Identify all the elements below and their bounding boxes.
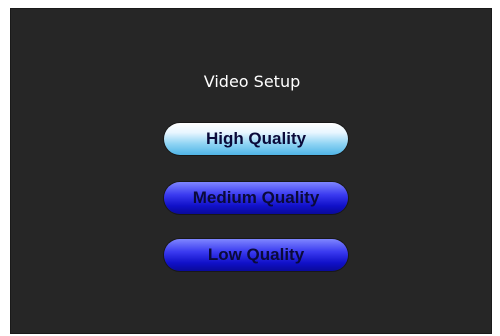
page-frame: Video Setup High Quality Medium Quality … [0, 0, 500, 336]
medium-quality-label: Medium Quality [192, 188, 320, 207]
low-quality-button[interactable]: Low Quality [164, 239, 348, 271]
menu-title: Video Setup [203, 72, 301, 91]
video-setup-screen: Video Setup High Quality Medium Quality … [10, 8, 492, 334]
medium-quality-button[interactable]: Medium Quality [164, 182, 348, 214]
high-quality-button[interactable]: High Quality [164, 123, 348, 155]
high-quality-label: High Quality [205, 129, 307, 148]
low-quality-label: Low Quality [207, 245, 305, 264]
